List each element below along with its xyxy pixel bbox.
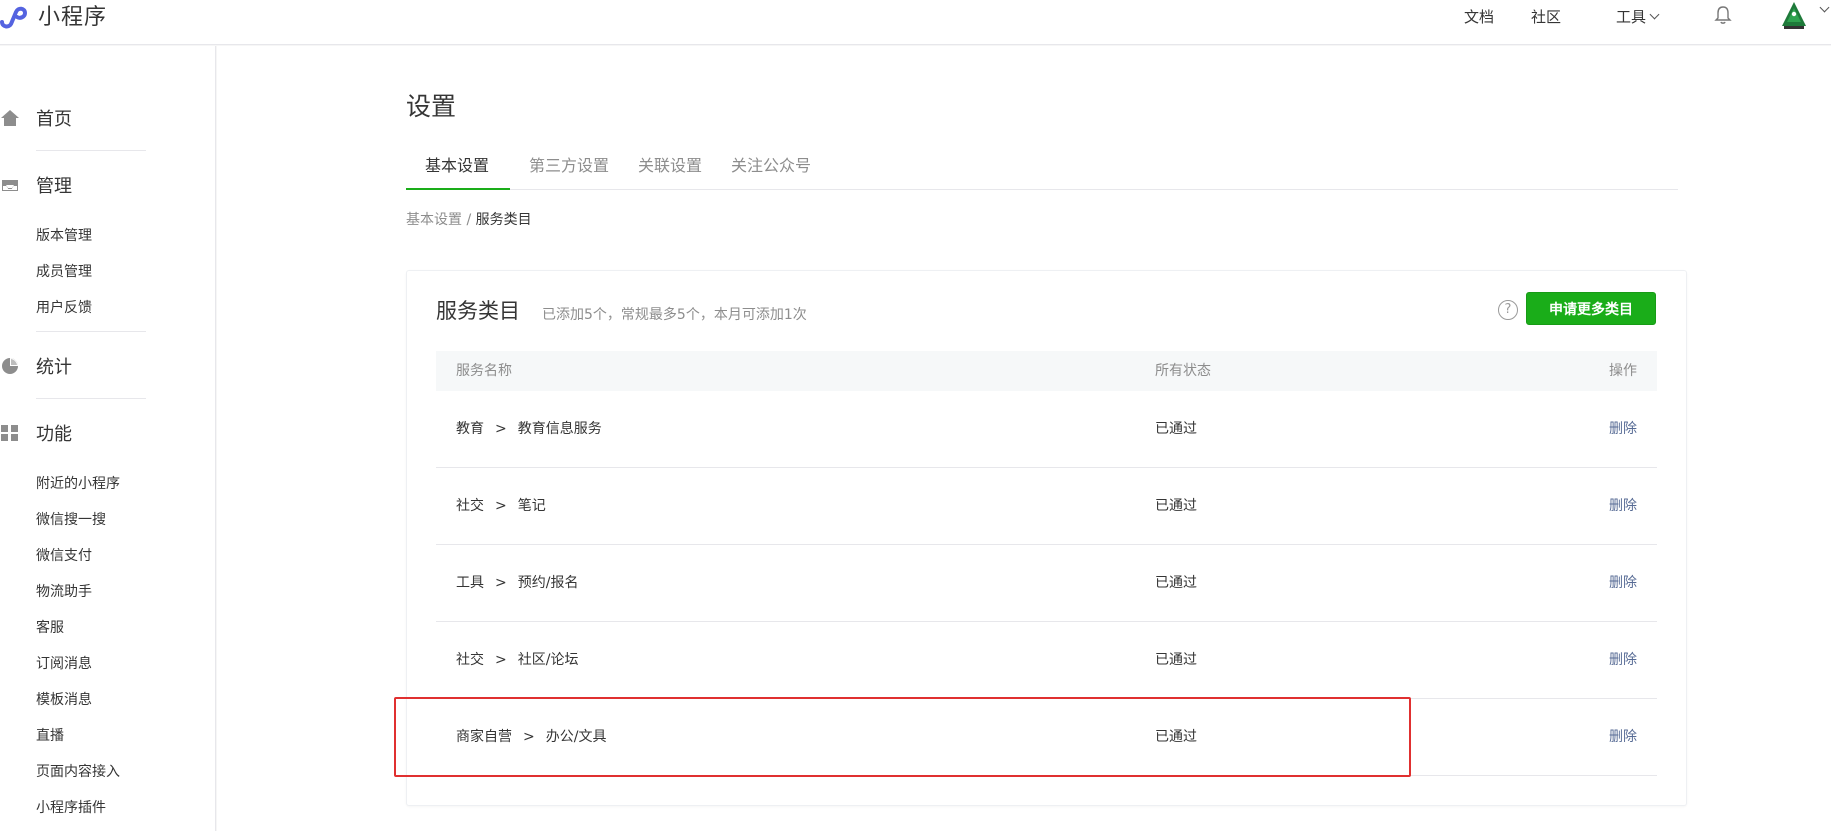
tab-follow-official-account[interactable]: 关注公众号 — [731, 150, 811, 190]
sidebar-item-wechat-pay[interactable]: 微信支付 — [36, 545, 92, 565]
sidebar-group-features[interactable]: 功能 — [0, 420, 72, 446]
pie-chart-icon — [2, 358, 18, 374]
home-icon — [1, 110, 19, 126]
row-category: 社交 > 笔记 — [456, 498, 546, 514]
row-category: 工具 > 预约/报名 — [456, 575, 579, 591]
sidebar-group-label: 统计 — [36, 357, 72, 378]
sidebar-item-customer-service[interactable]: 客服 — [36, 617, 64, 637]
sidebar-item-mini-program-plugins[interactable]: 小程序插件 — [36, 797, 106, 817]
divider — [36, 150, 146, 151]
row-status: 已通过 — [1155, 575, 1197, 591]
breadcrumb-parent[interactable]: 基本设置 — [406, 212, 462, 228]
avatar-chevron-down-icon[interactable] — [1819, 2, 1830, 13]
sidebar-group-label: 管理 — [36, 176, 72, 197]
apply-more-categories-button[interactable]: 申请更多类目 — [1526, 292, 1656, 325]
delete-link[interactable]: 删除 — [1609, 391, 1637, 467]
chevron-down-icon — [1649, 9, 1660, 20]
row-status: 已通过 — [1155, 421, 1197, 437]
active-tab-indicator — [406, 188, 510, 190]
mini-program-logo-icon — [0, 6, 28, 29]
card-title: 服务类目 — [436, 299, 520, 323]
column-header-status[interactable]: 所有状态 — [1155, 351, 1211, 391]
tab-third-party-settings[interactable]: 第三方设置 — [529, 150, 609, 190]
breadcrumb-current: 服务类目 — [475, 212, 532, 228]
sidebar-item-wechat-search[interactable]: 微信搜一搜 — [36, 509, 106, 529]
divider — [36, 331, 146, 332]
bell-icon[interactable] — [1714, 5, 1732, 25]
tools-menu[interactable]: 工具 — [1616, 6, 1660, 27]
breadcrumb: 基本设置 / 服务类目 — [406, 209, 532, 229]
tools-label: 工具 — [1616, 8, 1647, 26]
tab-label: 基本设置 — [425, 156, 490, 175]
table-row: 社交 > 笔记 已通过 删除 — [436, 468, 1657, 545]
inbox-icon — [2, 180, 18, 191]
table-row: 社交 > 社区/论坛 已通过 删除 — [436, 622, 1657, 699]
breadcrumb-separator: / — [466, 212, 472, 228]
row-category: 教育 > 教育信息服务 — [456, 421, 602, 437]
tab-association-settings[interactable]: 关联设置 — [638, 150, 702, 190]
page-title: 设置 — [406, 92, 457, 121]
sidebar-group-label: 功能 — [36, 424, 72, 445]
column-header-action: 操作 — [1609, 363, 1637, 379]
grid-icon — [1, 425, 18, 441]
settings-tabs: 基本设置 第三方设置 关联设置 关注公众号 — [406, 150, 1678, 190]
logo[interactable]: 小程序™ — [0, 0, 117, 30]
row-status: 已通过 — [1155, 652, 1197, 668]
sidebar-group-home[interactable]: 首页 — [0, 105, 72, 131]
row-status: 已通过 — [1155, 498, 1197, 514]
delete-link[interactable]: 删除 — [1609, 468, 1637, 544]
sidebar-group-manage[interactable]: 管理 — [0, 172, 72, 198]
tab-basic-settings[interactable]: 基本设置 — [425, 150, 489, 190]
sidebar-item-nearby-mini-programs[interactable]: 附近的小程序 — [36, 473, 120, 493]
top-bar: 小程序™ 文档 社区 工具 — [0, 0, 1831, 45]
card-subtitle: 已添加5个，常规最多5个，本月可添加1次 — [542, 307, 807, 323]
sidebar-item-user-feedback[interactable]: 用户反馈 — [36, 297, 92, 317]
sidebar-item-logistics-assistant[interactable]: 物流助手 — [36, 581, 92, 601]
delete-link[interactable]: 删除 — [1609, 545, 1637, 621]
sidebar: 首页 管理 版本管理 成员管理 用户反馈 统计 功能 附近的小程序 微信搜一搜 … — [0, 46, 216, 831]
avatar[interactable] — [1780, 0, 1808, 30]
sidebar-item-subscription-messages[interactable]: 订阅消息 — [36, 653, 92, 673]
sidebar-item-member-management[interactable]: 成员管理 — [36, 261, 92, 281]
table-row: 工具 > 预约/报名 已通过 删除 — [436, 545, 1657, 622]
table-header: 服务名称 所有状态 操作 — [436, 351, 1657, 391]
app-name: 小程序™ — [38, 5, 108, 30]
community-link[interactable]: 社区 — [1531, 6, 1561, 27]
docs-link[interactable]: 文档 — [1464, 6, 1494, 27]
sidebar-item-template-messages[interactable]: 模板消息 — [36, 689, 92, 709]
table-row: 教育 > 教育信息服务 已通过 删除 — [436, 391, 1657, 468]
delete-link[interactable]: 删除 — [1609, 699, 1637, 775]
sidebar-item-live-streaming[interactable]: 直播 — [36, 725, 64, 745]
row-category: 社交 > 社区/论坛 — [456, 652, 579, 668]
sidebar-item-page-content-access[interactable]: 页面内容接入 — [36, 761, 120, 781]
help-icon[interactable]: ? — [1498, 300, 1518, 320]
divider — [36, 398, 146, 399]
column-header-name: 服务名称 — [456, 363, 512, 379]
delete-link[interactable]: 删除 — [1609, 622, 1637, 698]
sidebar-group-statistics[interactable]: 统计 — [0, 353, 72, 379]
sidebar-item-version-management[interactable]: 版本管理 — [36, 225, 92, 245]
highlight-box — [394, 697, 1411, 777]
sidebar-group-label: 首页 — [36, 109, 72, 130]
